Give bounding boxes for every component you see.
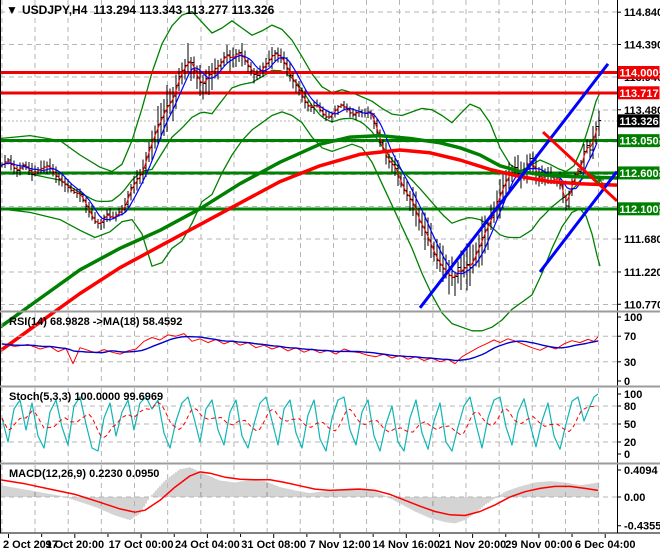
macd-plot-area[interactable] xyxy=(0,465,617,532)
time-scale-axis[interactable] xyxy=(0,534,660,560)
rsi-plot-area[interactable] xyxy=(0,313,617,385)
main-plot-area[interactable] xyxy=(0,0,617,310)
chart-window: ✳ 114.840114.390113.940113.480113.030112… xyxy=(0,0,660,560)
stoch-plot-area[interactable] xyxy=(0,388,617,462)
chart-canvas: ✳ 114.840114.390113.940113.480113.030112… xyxy=(0,0,660,560)
price-scale-axis[interactable] xyxy=(618,0,660,533)
